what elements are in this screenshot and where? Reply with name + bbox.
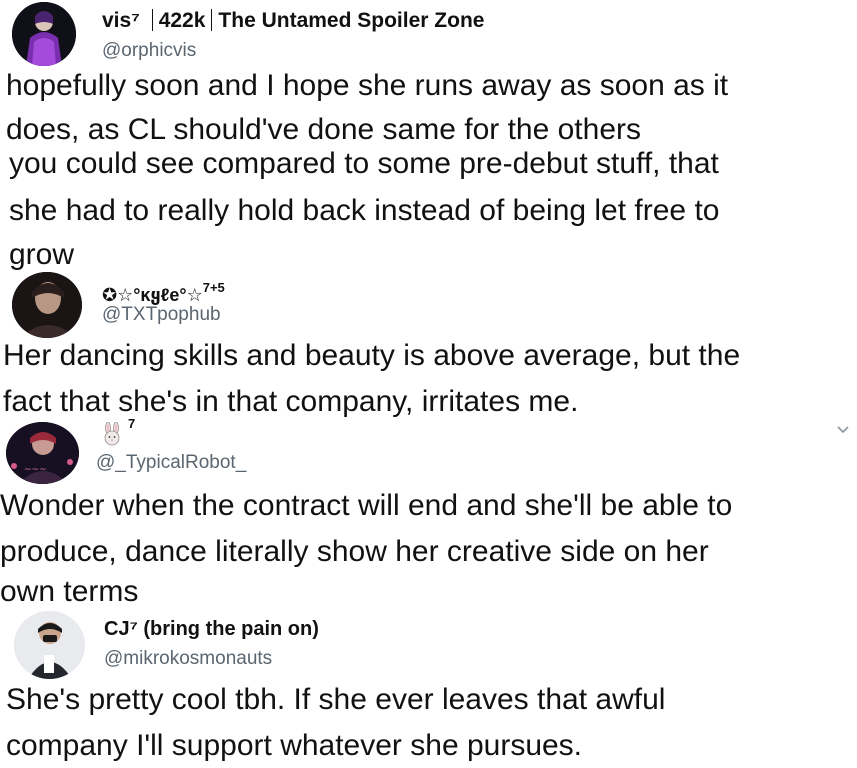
display-name[interactable]: 7 — [128, 416, 135, 431]
user-handle[interactable]: @_TypicalRobot_ — [96, 452, 246, 474]
tweet-text: you could see compared to some pre-debut… — [9, 142, 719, 277]
tweet-line: she had to really hold back instead of b… — [9, 194, 720, 227]
name-superscript: 7 — [128, 416, 136, 431]
svg-text:~~~: ~~~ — [24, 465, 47, 475]
avatar[interactable] — [12, 272, 82, 338]
display-name[interactable]: ✪☆°ĸყℓe°☆7+5 — [102, 280, 225, 306]
user-handle[interactable]: @orphicvis — [102, 40, 196, 62]
tweet-text: hopefully soon and I hope she runs away … — [6, 64, 728, 152]
tweet-text: She's pretty cool tbh. If she ever leave… — [6, 678, 665, 768]
tweet-line: company I'll support whatever she pursue… — [6, 729, 583, 762]
name-superscript: 7+5 — [202, 280, 225, 295]
name-divider — [211, 9, 213, 31]
display-name-text: ✪☆°ĸყℓe°☆ — [102, 285, 203, 305]
avatar[interactable] — [14, 611, 85, 679]
display-name[interactable]: vis⁷ 422k The Untamed Spoiler Zone — [102, 9, 484, 33]
tweet-line: produce, dance literally show her creati… — [0, 535, 709, 568]
name-zone: The Untamed Spoiler Zone — [218, 9, 485, 32]
follower-count: 422k — [158, 9, 206, 32]
chevron-down-icon[interactable] — [835, 422, 851, 436]
user-handle[interactable]: @mikrokosmonauts — [104, 648, 272, 670]
display-name-text: vis⁷ — [102, 9, 140, 32]
tweet-line: Wonder when the contract will end and sh… — [0, 489, 733, 522]
tweet-line: She's pretty cool tbh. If she ever leave… — [6, 683, 666, 716]
tweet-line: grow — [9, 238, 75, 271]
name-divider — [151, 9, 153, 31]
user-handle[interactable]: @TXTpophub — [102, 304, 221, 326]
tweet-text: Her dancing skills and beauty is above a… — [3, 334, 740, 424]
tweet-line: you could see compared to some pre-debut… — [9, 147, 719, 180]
avatar[interactable]: ~~~ — [6, 422, 79, 484]
display-name[interactable]: CJ⁷ (bring the pain on) — [104, 618, 319, 641]
tweet-line: fact that she's in that company, irritat… — [3, 385, 579, 418]
tweet-line: own terms — [0, 575, 139, 608]
avatar[interactable] — [12, 2, 76, 66]
tweet-line: hopefully soon and I hope she runs away … — [6, 69, 729, 102]
tweet-line: Her dancing skills and beauty is above a… — [3, 339, 741, 372]
rabbit-icon — [100, 421, 124, 446]
tweet-text: Wonder when the contract will end and sh… — [0, 484, 732, 614]
